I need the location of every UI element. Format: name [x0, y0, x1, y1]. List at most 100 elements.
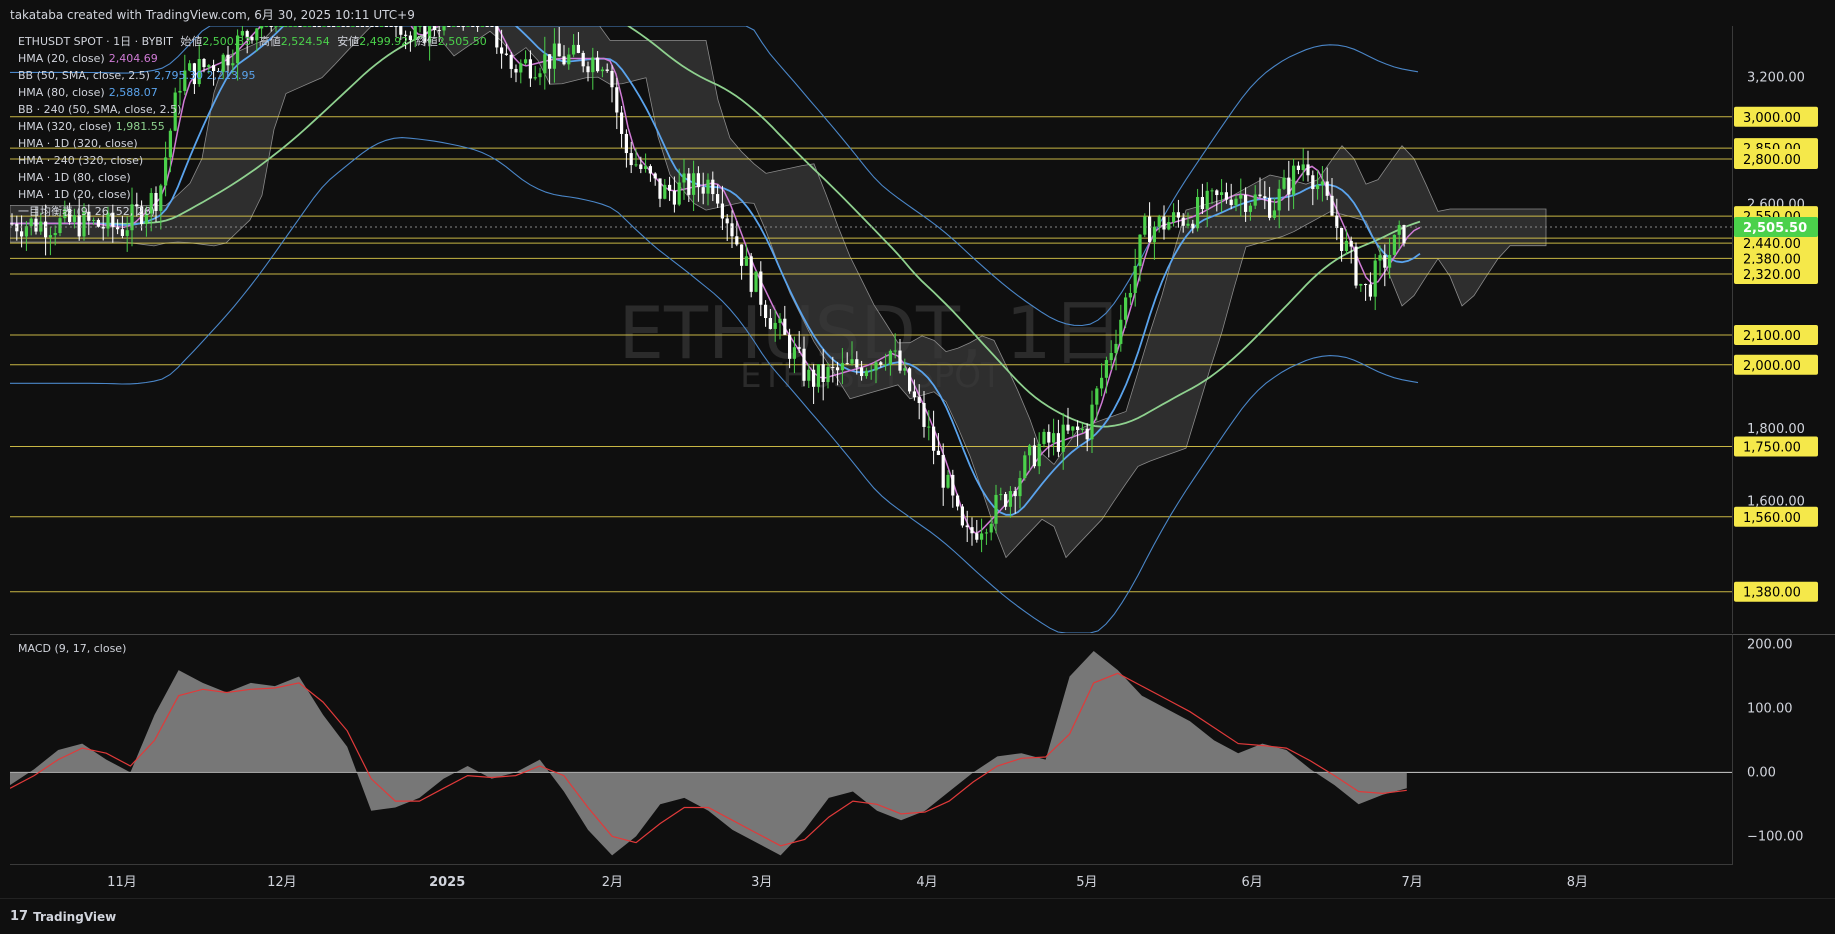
legend-row-hma20[interactable]: HMA (20, close) 2,404.69	[18, 50, 487, 67]
candle-body	[1042, 431, 1046, 444]
legend-row-bb240[interactable]: BB · 240 (50, SMA, close, 2.5)	[18, 101, 487, 118]
time-axis[interactable]: 11月 12月 2025 2月 3月 4月 5月 6月 7月 8月	[10, 864, 1732, 899]
candle-body	[668, 184, 672, 191]
macd-pane[interactable]	[9, 634, 1732, 865]
price-axis[interactable]: 3,200.00 1,800.00 1,600.00 2,600.00 3,000.00…	[1732, 26, 1835, 633]
candle	[279, 26, 283, 27]
attribution-bar: takataba created with TradingView.com, 6…	[0, 0, 1835, 26]
candle-body	[984, 532, 988, 534]
candle	[480, 26, 484, 27]
candle-body	[965, 525, 969, 528]
candle-body	[730, 223, 734, 237]
candle-body	[658, 178, 662, 199]
candle-body	[389, 26, 393, 27]
candle-body	[1076, 426, 1080, 431]
candle-body	[807, 369, 811, 381]
candle-body	[1133, 265, 1137, 293]
candle	[389, 26, 393, 27]
candle-body	[711, 179, 715, 195]
candle-body	[120, 229, 124, 236]
candle	[615, 77, 619, 130]
legend-row-hma-1d-320[interactable]: HMA · 1D (320, close)	[18, 135, 487, 152]
candle	[418, 26, 422, 33]
legend-row-hma-1d-80[interactable]: HMA · 1D (80, close)	[18, 169, 487, 186]
candle-body	[725, 218, 729, 224]
candle	[1167, 216, 1171, 231]
candle-body	[1186, 223, 1190, 226]
legend-row-bb[interactable]: BB (50, SMA, close, 2.5) 2,795.30 2,213.9…	[18, 67, 487, 84]
candle-body	[1047, 431, 1051, 443]
candle-body	[692, 173, 696, 195]
legend-label: HMA (320, close)	[18, 120, 112, 133]
candle-body	[461, 26, 465, 27]
candle-body	[644, 166, 648, 169]
macd-legend[interactable]: MACD (9, 17, close)	[18, 642, 126, 655]
candle-body	[912, 391, 916, 398]
legend-value: 2,588.07	[108, 86, 158, 99]
time-tick-label: 7月	[1401, 875, 1422, 890]
legend-value: 2,404.69	[108, 52, 158, 65]
candle-body	[927, 426, 931, 428]
indicator-legend: ETHUSDT SPOT · 1日 · BYBIT 始値2,500.33 高値2…	[18, 33, 487, 220]
candle-body	[533, 77, 537, 79]
candle-body	[802, 348, 806, 381]
symbol-legend-row[interactable]: ETHUSDT SPOT · 1日 · BYBIT 始値2,500.33 高値2…	[18, 33, 487, 50]
candle	[744, 244, 748, 266]
candle	[375, 26, 379, 27]
legend-row-hma320[interactable]: HMA (320, close) 1,981.55	[18, 118, 487, 135]
legend-row-hma-240-320[interactable]: HMA · 240 (320, close)	[18, 152, 487, 169]
candle-body	[663, 184, 667, 199]
candle-body	[1090, 404, 1094, 440]
attribution-text: takataba created with TradingView.com, 6…	[10, 8, 415, 22]
legend-row-ichimoku[interactable]: 一目均衡表 (9, 26, 52, 26)	[18, 203, 487, 220]
candle-body	[1392, 234, 1396, 255]
candle	[509, 51, 513, 78]
candle	[951, 469, 955, 508]
candle-body	[1258, 194, 1262, 197]
legend-row-hma-1d-20[interactable]: HMA · 1D (20, close)	[18, 186, 487, 203]
open-value: 2,500.33	[202, 35, 252, 48]
candle	[264, 26, 268, 28]
candle	[284, 26, 288, 27]
candle-body	[932, 426, 936, 451]
candle-body	[1224, 192, 1228, 200]
candle	[658, 178, 662, 208]
candle-body	[1335, 215, 1339, 228]
candle	[533, 65, 537, 81]
open-label: 始値	[180, 35, 203, 48]
candle-body	[1037, 443, 1041, 467]
candle	[456, 26, 460, 27]
candle-body	[1248, 205, 1252, 212]
candle-body	[639, 164, 643, 169]
candle-body	[1128, 292, 1132, 298]
candle	[956, 493, 960, 511]
candle-body	[1085, 428, 1089, 440]
candle	[312, 26, 316, 27]
legend-label: HMA · 240 (320, close)	[18, 154, 144, 167]
time-tick-label: 11月	[107, 875, 137, 890]
candle-body	[58, 218, 62, 234]
candle-body	[576, 44, 580, 53]
candle	[629, 141, 633, 174]
candle-body	[1378, 255, 1382, 261]
candle-body	[706, 179, 710, 194]
time-tick-label: 4月	[916, 875, 937, 890]
macd-tick-label: 100.00	[1747, 701, 1793, 716]
candle-body	[514, 68, 518, 73]
candle-body	[519, 63, 523, 73]
candle	[754, 271, 758, 293]
candle	[1364, 283, 1368, 301]
candle-body	[1330, 195, 1334, 216]
legend-row-hma80[interactable]: HMA (80, close) 2,588.07	[18, 84, 487, 101]
macd-axis[interactable]: 200.00 100.00 0.00 −100.00	[1732, 634, 1835, 865]
candle-body	[941, 454, 945, 488]
candle-body	[682, 173, 686, 183]
candle-body	[764, 304, 768, 319]
candle-body	[1167, 222, 1171, 230]
candle-body	[879, 362, 883, 365]
tradingview-logo[interactable]: 17 TradingView	[10, 909, 116, 924]
candle-body	[850, 359, 854, 364]
candle	[528, 50, 532, 87]
candle	[346, 26, 350, 27]
macd-chart-svg[interactable]	[9, 635, 1732, 865]
